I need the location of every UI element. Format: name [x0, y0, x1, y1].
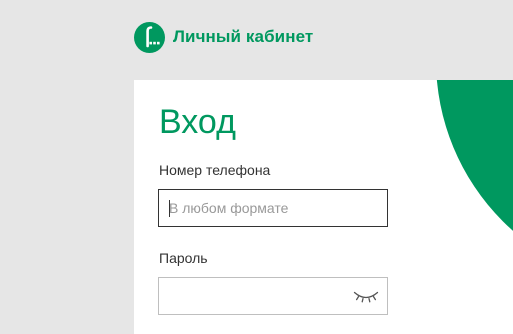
- header: Личный кабинет: [134, 20, 313, 54]
- phone-field[interactable]: [158, 189, 388, 227]
- login-card: Вход Номер телефона Пароль: [134, 80, 513, 334]
- app-title: Личный кабинет: [173, 27, 314, 46]
- text-cursor: [169, 200, 170, 217]
- phone-label: Номер телефона: [159, 162, 271, 178]
- password-field[interactable]: [158, 277, 388, 315]
- page-title: Вход: [159, 103, 236, 141]
- phone-input[interactable]: [159, 190, 387, 226]
- eye-closed-icon[interactable]: [353, 288, 379, 304]
- megafon-logo-icon[interactable]: [134, 21, 165, 53]
- password-label: Пароль: [159, 250, 208, 266]
